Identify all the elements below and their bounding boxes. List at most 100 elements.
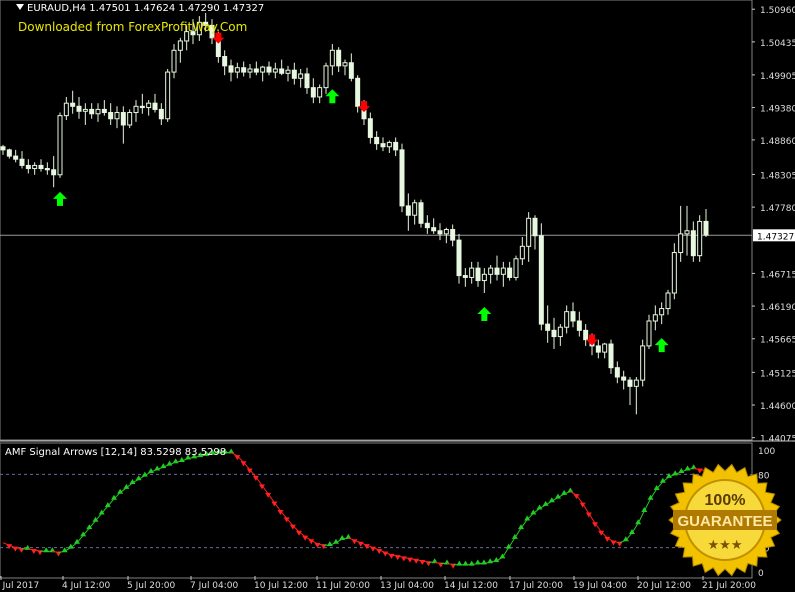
indicator-down-mark: [413, 558, 420, 564]
buy-arrow-icon: [53, 191, 67, 206]
candle: [678, 205, 684, 262]
candle-body: [386, 141, 392, 148]
candle: [89, 103, 95, 119]
candle-body: [690, 230, 696, 257]
indicator-segment: [582, 503, 590, 514]
candle: [374, 131, 380, 150]
y-tick-label: 1.48860: [760, 137, 795, 147]
indicator-segment: [520, 519, 528, 529]
chart-header: EURAUD,H4 1.47501 1.47624 1.47290 1.4732…: [16, 3, 264, 14]
indicator-down-mark: [407, 557, 413, 563]
indicator-segment: [650, 488, 658, 500]
candle: [342, 59, 348, 76]
x-tick-label: 4 Jul 12:00: [62, 581, 111, 591]
symbol-label: EURAUD,H4: [27, 3, 87, 14]
candle: [32, 162, 38, 175]
candle: [38, 159, 44, 172]
candle: [57, 112, 63, 178]
candle-body: [526, 217, 532, 247]
candle-body: [329, 49, 335, 67]
x-tick-label: 3 Jul 2017: [0, 581, 39, 591]
watermark-text: Downloaded from ForexProfitWay.Com: [18, 20, 248, 34]
candle-body: [412, 202, 418, 216]
candle-body: [241, 67, 247, 73]
candle-body: [171, 49, 177, 73]
candle: [63, 96, 69, 120]
indicator-segment: [656, 481, 664, 490]
candle: [494, 255, 500, 281]
indicator-up-mark: [154, 465, 161, 471]
indicator-segment: [101, 505, 109, 514]
candle-body: [222, 56, 228, 67]
indicator-up-mark: [166, 460, 173, 466]
candle-body: [304, 73, 310, 89]
candle: [570, 302, 576, 328]
candle-body: [595, 345, 601, 353]
candle: [526, 212, 532, 262]
indicator-y-tick-label: 100: [758, 447, 775, 457]
candle: [393, 137, 399, 157]
indicator-down-mark: [376, 549, 383, 555]
indicator-segment: [514, 527, 522, 539]
candle-body: [13, 155, 19, 160]
badge-guarantee-text: GUARANTEE: [677, 513, 772, 530]
candle-body: [133, 105, 139, 114]
candle-body: [621, 376, 627, 381]
candle-body: [494, 267, 500, 275]
candle-body: [19, 158, 25, 166]
candle: [114, 106, 120, 129]
candle: [304, 67, 310, 94]
indicator-down-mark: [382, 551, 389, 557]
candle: [576, 311, 582, 337]
candle: [469, 261, 475, 284]
y-tick-label: 1.48305: [760, 171, 795, 181]
candle: [272, 62, 278, 79]
candle-body: [336, 49, 342, 67]
indicator-segment: [631, 522, 639, 534]
indicator-segment: [594, 522, 602, 533]
candle: [101, 100, 107, 116]
candle-body: [272, 68, 278, 73]
candle: [146, 100, 152, 116]
indicator-up-mark: [468, 560, 475, 566]
x-tick-label: 13 Jul 04:00: [380, 581, 434, 591]
candle: [348, 53, 354, 82]
indicator-down-mark: [394, 555, 401, 561]
candle: [367, 112, 373, 144]
candle-body: [298, 73, 304, 79]
candle-body: [0, 146, 6, 151]
candle: [551, 317, 557, 350]
candle: [260, 65, 266, 82]
candle-body: [247, 68, 253, 73]
candle: [399, 143, 405, 213]
triangle-down-icon: [16, 4, 24, 10]
candle: [418, 199, 424, 228]
candle-body: [481, 273, 487, 282]
x-tick-label: 14 Jul 12:00: [444, 581, 498, 591]
candle: [13, 149, 19, 163]
candle-body: [63, 102, 69, 117]
candle: [127, 109, 133, 129]
candle-body: [152, 102, 158, 110]
candle-body: [228, 65, 234, 73]
candle-body: [538, 235, 544, 325]
candle-body: [703, 220, 709, 236]
candle: [608, 339, 614, 374]
indicator-segment: [267, 493, 275, 503]
candle: [627, 377, 633, 406]
candle-body: [469, 267, 475, 278]
candle-body: [608, 343, 614, 369]
candle-body: [576, 320, 582, 331]
candle-body: [393, 141, 399, 151]
x-tick-label: 19 Jul 04:00: [573, 581, 627, 591]
candle-body: [82, 108, 88, 112]
candle-body: [38, 164, 44, 170]
indicator-segment: [76, 535, 84, 544]
y-tick-label: 1.44600: [760, 402, 795, 412]
buy-arrow-icon: [477, 307, 492, 321]
candle-body: [456, 239, 462, 277]
candle: [44, 162, 50, 175]
indicator-down-mark: [610, 540, 617, 546]
indicator-segment: [273, 502, 281, 512]
candle: [139, 93, 145, 114]
